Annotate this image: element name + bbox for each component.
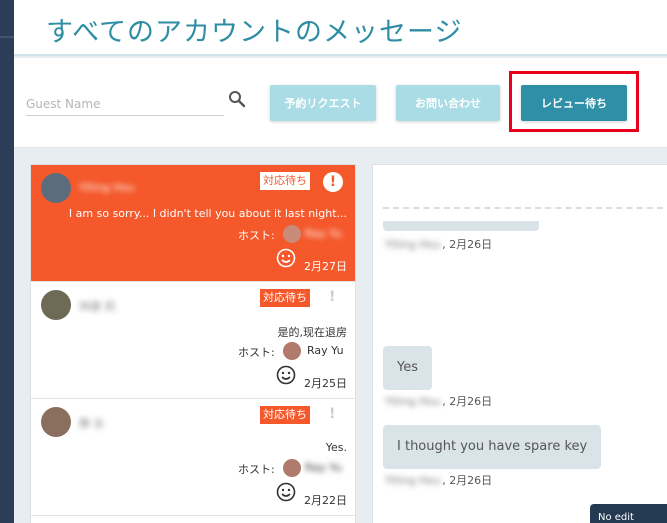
guest-avatar — [41, 173, 71, 203]
host-name: Ray Yu — [307, 344, 344, 357]
smile-icon — [276, 365, 296, 385]
page-title: すべてのアカウントのメッセージ — [46, 17, 463, 48]
message-sender: Yiting Hsu — [385, 238, 441, 251]
message-date: 2月26日 — [449, 395, 493, 408]
guest-avatar — [41, 407, 71, 437]
guest-name: 林建 凯 — [79, 300, 116, 313]
status-badge: 対応待ち — [260, 172, 310, 190]
host-label: ホスト: — [238, 346, 275, 359]
smile-icon — [276, 482, 296, 502]
message-bubble: Yes — [383, 346, 432, 390]
conversation-item[interactable]: Yiting Hsu 対応待ち ! I am so sorry... I did… — [31, 165, 355, 282]
page-header: すべてのアカウントのメッセージ — [14, 0, 667, 56]
message-date: 2月26日 — [449, 238, 493, 251]
conversation-item[interactable]: 林建 凯 対応待ち ! 是的,现在退房 ホスト: Ray Yu 2月25日 — [31, 282, 355, 399]
message-preview: 是的,现在退房 — [277, 326, 348, 339]
status-badge: 対応待ち — [260, 289, 310, 307]
guest-avatar — [41, 290, 71, 320]
guest-name: 静 女 — [79, 417, 105, 430]
host-avatar — [283, 225, 301, 243]
chat-action-button[interactable]: No edit — [590, 504, 667, 523]
message-sender: Yiting Hsu — [385, 395, 441, 408]
conversation-date: 2月22日 — [304, 494, 347, 507]
message-meta: Yiting Hsu, 2月26日 — [385, 238, 493, 251]
host-name: Ray Yu — [305, 227, 342, 240]
host-label: ホスト: — [238, 463, 275, 476]
message-sender: Yiting Hsu — [385, 474, 441, 487]
guest-name: Yiting Hsu — [79, 181, 135, 194]
message-meta: Yiting Hsu, 2月26日 — [385, 474, 493, 487]
conversation-date: 2月25日 — [304, 377, 347, 390]
highlight-annotation-box — [509, 71, 639, 132]
search-icon[interactable] — [228, 90, 246, 108]
inquiry-filter-button[interactable]: お問い合わせ — [396, 85, 500, 121]
host-label: ホスト: — [238, 229, 275, 242]
sidebar-notch — [0, 36, 14, 38]
host-avatar — [283, 459, 301, 477]
chat-thread: Yiting Hsu, 2月26日 Yes Yiting Hsu, 2月26日 … — [372, 164, 667, 523]
alert-icon: ! — [329, 289, 336, 305]
reservation-request-filter-button[interactable]: 予約リクエスト — [270, 85, 376, 121]
guest-name-search-input[interactable] — [26, 92, 224, 116]
message-bubble — [383, 221, 539, 231]
conversation-list: Yiting Hsu 対応待ち ! I am so sorry... I did… — [30, 164, 356, 523]
host-avatar — [283, 342, 301, 360]
smile-icon — [276, 248, 296, 268]
left-sidebar-edge — [0, 0, 14, 523]
host-name: Ray Yu — [305, 461, 342, 474]
date-divider — [383, 207, 667, 209]
message-bubble: I thought you have spare key — [383, 425, 602, 469]
message-preview: Yes. — [325, 441, 347, 454]
status-badge: 対応待ち — [260, 406, 310, 424]
alert-icon: ! — [323, 172, 343, 192]
alert-icon: ! — [329, 406, 336, 422]
message-date: 2月26日 — [449, 474, 493, 487]
message-meta: Yiting Hsu, 2月26日 — [385, 395, 493, 408]
filter-toolbar: 予約リクエスト お問い合わせ レビュー待ち — [14, 58, 667, 148]
conversation-date: 2月27日 — [304, 260, 347, 273]
conversation-item[interactable]: 静 女 対応待ち ! Yes. ホスト: Ray Yu 2月22日 — [31, 399, 355, 516]
message-preview: I am so sorry... I didn't tell you about… — [68, 207, 347, 220]
